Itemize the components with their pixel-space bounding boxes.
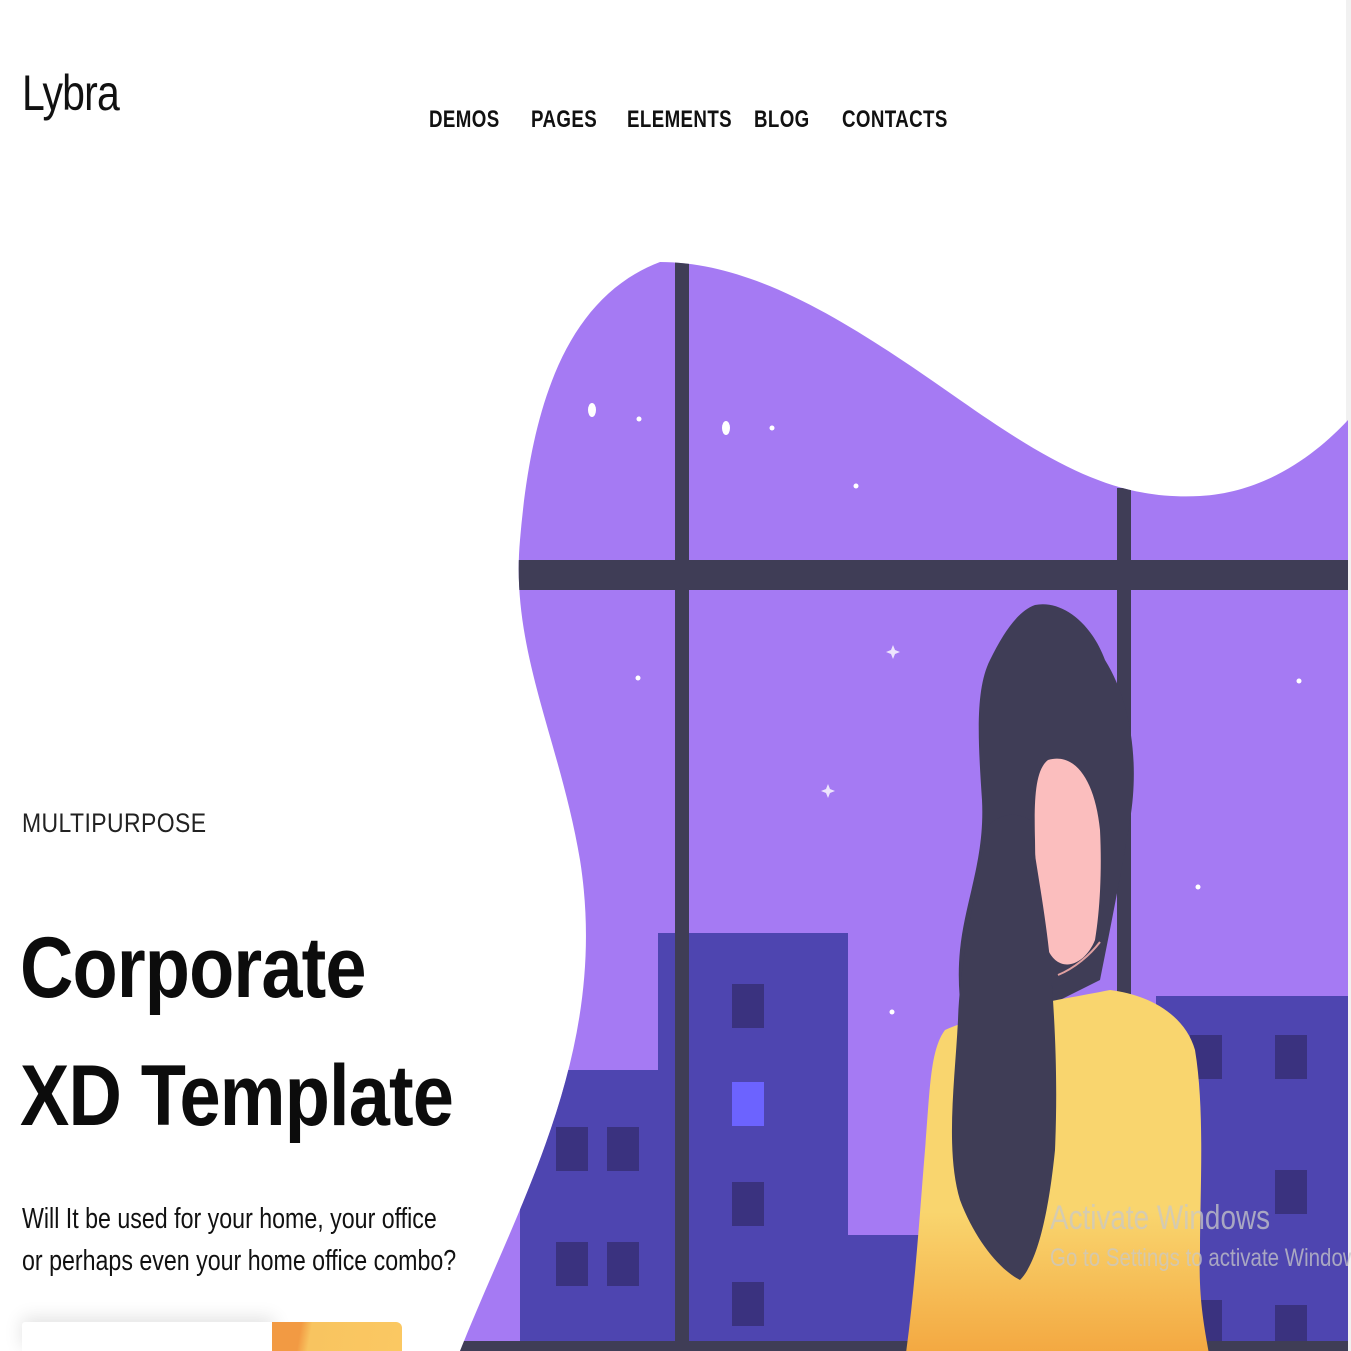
star bbox=[635, 675, 641, 681]
building-window bbox=[732, 984, 764, 1028]
building-window bbox=[607, 1127, 639, 1171]
building-window bbox=[556, 1242, 588, 1286]
hero-headline: Corporate XD Template bbox=[20, 904, 454, 1160]
activate-windows-watermark: Activate Windows Go to Settings to activ… bbox=[1050, 1196, 1351, 1276]
headline-line-1: Corporate bbox=[20, 920, 367, 1016]
building-window bbox=[732, 1082, 764, 1126]
star bbox=[588, 403, 596, 417]
star bbox=[889, 1009, 895, 1015]
window-frame-bar bbox=[675, 262, 689, 1351]
headline-line-2: XD Template bbox=[20, 1048, 454, 1144]
cta-accent-button[interactable] bbox=[272, 1322, 402, 1351]
building-window bbox=[556, 1127, 588, 1171]
watermark-subtitle: Go to Settings to activate Windows. bbox=[1050, 1244, 1351, 1272]
subtext-line-1: Will It be used for your home, your offi… bbox=[22, 1203, 437, 1235]
star bbox=[769, 425, 775, 431]
subtext-line-2: or perhaps even your home office combo? bbox=[22, 1245, 457, 1277]
star bbox=[1195, 884, 1201, 890]
hero-subtext: Will It be used for your home, your offi… bbox=[22, 1198, 456, 1282]
window-frame-bar bbox=[460, 1341, 1348, 1351]
cta-card[interactable] bbox=[22, 1322, 274, 1351]
star bbox=[853, 483, 859, 489]
window-frame-bar bbox=[460, 560, 1348, 590]
watermark-title: Activate Windows bbox=[1050, 1199, 1271, 1237]
sweater bbox=[905, 990, 1210, 1351]
star bbox=[636, 416, 642, 422]
building bbox=[520, 1070, 660, 1351]
star bbox=[1296, 678, 1302, 684]
building-window bbox=[607, 1242, 639, 1286]
star bbox=[722, 421, 730, 435]
building-window bbox=[732, 1282, 764, 1326]
building-window bbox=[732, 1182, 764, 1226]
building-window bbox=[1275, 1035, 1307, 1079]
hero-eyebrow: MULTIPURPOSE bbox=[22, 808, 207, 838]
